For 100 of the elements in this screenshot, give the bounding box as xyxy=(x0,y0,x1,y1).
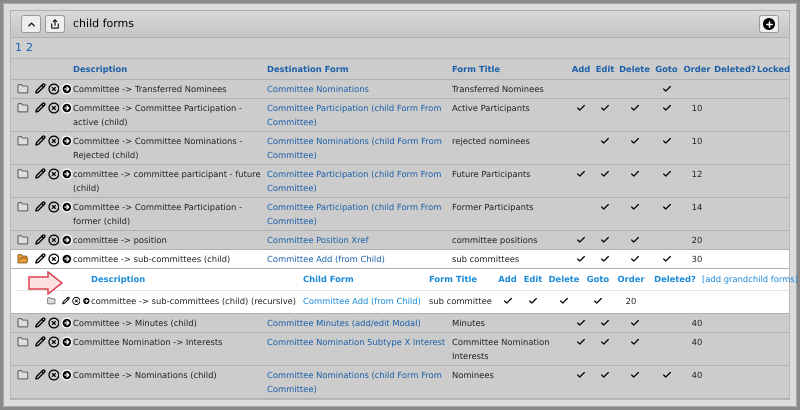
pencil-icon[interactable] xyxy=(34,234,46,245)
description-cell-text: Committee -> Committee Nominations - Rejected (child) xyxy=(73,135,244,162)
child-form-link[interactable]: Committee Add (from Child) xyxy=(303,294,429,308)
description-cell-text: Committee -> Committee Participation - active (child) xyxy=(73,102,243,129)
pencil-icon[interactable] xyxy=(34,168,46,179)
pencil-icon[interactable] xyxy=(34,102,46,113)
pencil-icon[interactable] xyxy=(34,317,46,328)
delete-icon[interactable] xyxy=(48,102,60,114)
delete-icon[interactable] xyxy=(48,83,60,95)
folder-icon[interactable] xyxy=(17,168,29,180)
delete-icon[interactable] xyxy=(48,201,60,213)
destination-form-link[interactable]: Committee Position Xref xyxy=(267,233,452,247)
description-cell-text: Committee -> Committee Participation - former (child) xyxy=(73,201,243,228)
column-header: Order xyxy=(616,273,646,286)
description-cell-text: Committee Nomination -> Interests xyxy=(73,336,224,349)
arrow-circle-icon[interactable] xyxy=(61,336,74,348)
page-link[interactable]: 1 xyxy=(15,40,22,56)
folder-icon[interactable] xyxy=(17,336,29,348)
destination-form-link[interactable]: Committee Add (from Child) xyxy=(267,252,452,266)
folder-icon[interactable] xyxy=(17,135,29,147)
arrow-circle-icon[interactable] xyxy=(61,369,74,381)
pencil-icon[interactable] xyxy=(34,369,46,380)
arrow-circle-icon[interactable] xyxy=(61,83,74,95)
arrow-circle-icon[interactable] xyxy=(61,168,74,180)
column-header: Deleted? xyxy=(653,273,697,286)
order-cell-text: 20 xyxy=(690,234,704,247)
column-header: Order xyxy=(682,62,712,76)
delete-icon[interactable] xyxy=(72,295,80,307)
delete-icon[interactable] xyxy=(48,168,60,180)
arrow-circle-icon[interactable] xyxy=(61,135,74,147)
form-title-cell-text: sub committee xyxy=(429,295,493,308)
pencil-icon[interactable] xyxy=(34,253,46,264)
description-cell-text: Committee -> Minutes (child) xyxy=(73,317,198,330)
page-link[interactable]: 2 xyxy=(26,40,33,56)
pencil-icon[interactable] xyxy=(34,135,46,146)
destination-form-link[interactable]: Committee Participation (child Form From Committee) xyxy=(267,101,452,129)
column-header: Add xyxy=(570,62,592,76)
arrow-circle-icon[interactable] xyxy=(61,253,74,265)
column-header: Child Form xyxy=(303,273,355,286)
delete-icon[interactable] xyxy=(48,135,60,147)
folder-icon[interactable] xyxy=(17,201,29,213)
form-title-cell-text: Committee Nomination Interests xyxy=(452,336,551,363)
form-title-cell-text: Former Participants xyxy=(452,201,535,214)
description-cell-text: Committee -> Nominations (child) xyxy=(73,369,218,382)
folder-icon[interactable] xyxy=(17,317,29,329)
delete-icon[interactable] xyxy=(48,317,60,329)
column-header: Form Title xyxy=(452,62,502,76)
folder-icon[interactable] xyxy=(17,369,29,381)
arrow-circle-icon[interactable] xyxy=(61,201,74,213)
delete-icon[interactable] xyxy=(48,234,60,246)
order-cell-text: 40 xyxy=(690,369,704,382)
form-title-cell-text: Future Participants xyxy=(452,168,532,181)
pencil-icon[interactable] xyxy=(34,83,46,94)
column-header: Description xyxy=(91,273,146,286)
add-grandchild-link[interactable]: [add grandchild forms] xyxy=(702,273,798,286)
order-cell-text: 12 xyxy=(690,168,704,181)
order-cell-text: 20 xyxy=(624,295,638,308)
order-cell-text: 10 xyxy=(690,102,704,115)
destination-form-link[interactable]: Committee Minutes (add/edit Modal) xyxy=(267,316,452,330)
destination-form-link[interactable]: Committee Participation (child Form From Committee) xyxy=(267,200,452,228)
order-cell-text: 30 xyxy=(690,253,704,266)
delete-icon[interactable] xyxy=(48,336,60,348)
folder-icon[interactable] xyxy=(17,102,29,114)
open-folder-icon[interactable] xyxy=(17,253,29,265)
delete-icon[interactable] xyxy=(48,253,60,265)
column-header: Edit xyxy=(522,273,544,286)
add-button[interactable] xyxy=(759,15,779,33)
right-arrow-icon xyxy=(28,271,63,295)
share-icon xyxy=(50,19,60,29)
folder-icon[interactable] xyxy=(17,234,29,246)
form-title-cell-text: Transferred Nominees xyxy=(452,83,545,96)
column-header: Edit xyxy=(594,62,616,76)
order-cell-text: 40 xyxy=(690,336,704,349)
destination-form-link[interactable]: Committee Participation (child Form From Committee) xyxy=(267,167,452,195)
order-cell-text: 40 xyxy=(690,317,704,330)
arrow-circle-icon[interactable] xyxy=(61,317,74,329)
destination-form-link[interactable]: Committee Nominations xyxy=(267,82,452,96)
collapse-button[interactable] xyxy=(21,15,41,33)
destination-form-link[interactable]: Committee Nomination Subtype X Interest xyxy=(267,335,452,363)
form-title-cell-text: Nominees xyxy=(452,369,495,382)
column-header: Locked xyxy=(757,62,790,76)
description-cell-text: committee -> committee participant - future (child) xyxy=(73,168,262,195)
form-title-cell-text: committee positions xyxy=(452,234,538,247)
order-cell-text: 14 xyxy=(690,201,704,214)
description-cell-text: committee -> position xyxy=(73,234,168,247)
folder-icon[interactable] xyxy=(47,295,56,307)
column-header: Goto xyxy=(586,273,610,286)
pencil-icon[interactable] xyxy=(34,336,46,347)
destination-form-link[interactable]: Committee Nominations (child Form From Committee) xyxy=(267,134,452,162)
pencil-icon[interactable] xyxy=(62,295,70,306)
form-title-cell-text: Minutes xyxy=(452,317,486,330)
destination-form-link[interactable]: Committee Nominations (child Form From Committee) xyxy=(267,368,452,396)
arrow-circle-icon[interactable] xyxy=(61,102,74,114)
arrow-circle-icon[interactable] xyxy=(82,295,92,307)
folder-icon[interactable] xyxy=(17,83,29,95)
delete-icon[interactable] xyxy=(48,369,60,381)
description-cell-text: committee -> sub-committees (child) xyxy=(73,253,232,266)
pencil-icon[interactable] xyxy=(34,201,46,212)
arrow-circle-icon[interactable] xyxy=(61,234,74,246)
share-button[interactable] xyxy=(45,15,65,33)
